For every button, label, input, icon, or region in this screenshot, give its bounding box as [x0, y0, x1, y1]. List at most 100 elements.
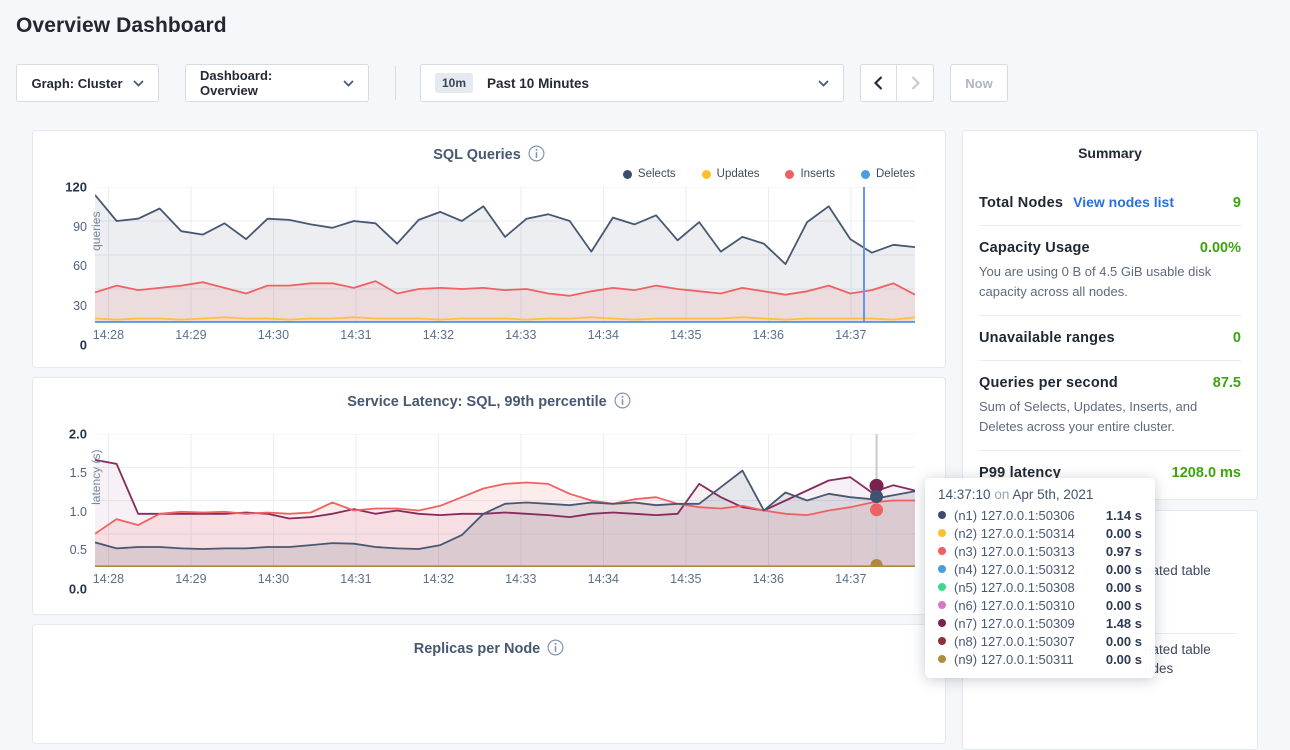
node-latency-value: 0.00 s — [1106, 562, 1142, 577]
now-button[interactable]: Now — [950, 64, 1008, 102]
view-nodes-list-link[interactable]: View nodes list — [1073, 194, 1174, 210]
node-latency-value: 1.14 s — [1106, 508, 1142, 523]
x-tick-label: 14:28 — [93, 328, 124, 342]
x-tick-label: 14:32 — [423, 572, 454, 586]
node-address: (n7) 127.0.0.1:50309 — [954, 616, 1100, 631]
summary-panel: Summary Total Nodes View nodes list 9 Ca… — [962, 130, 1258, 500]
graph-scope-dropdown[interactable]: Graph: Cluster — [16, 64, 159, 102]
total-nodes-value: 9 — [1233, 195, 1241, 211]
qps-value: 87.5 — [1213, 375, 1241, 391]
p99-latency-value: 1208.0 ms — [1172, 465, 1241, 481]
x-tick-label: 14:30 — [258, 572, 289, 586]
charts-column: SQL Queries SelectsUpdatesInsertsDeletes… — [32, 130, 946, 744]
x-tick-label: 14:36 — [753, 328, 784, 342]
time-range-dropdown[interactable]: 10m Past 10 Minutes — [420, 64, 844, 102]
node-latency-value: 1.48 s — [1106, 616, 1142, 631]
node-address: (n5) 127.0.0.1:50308 — [954, 580, 1100, 595]
divider — [979, 315, 1241, 316]
x-tick-label: 14:34 — [588, 328, 619, 342]
chart-legend: SelectsUpdatesInsertsDeletes — [95, 165, 915, 183]
chart-plot[interactable]: queries — [95, 187, 915, 323]
info-icon[interactable] — [547, 639, 564, 660]
node-address: (n1) 127.0.0.1:50306 — [954, 508, 1100, 523]
y-tick-label: 1.5 — [70, 466, 87, 480]
summary-row-capacity: Capacity Usage 0.00% You are using 0 B o… — [979, 240, 1241, 301]
node-color-dot — [938, 619, 946, 627]
node-color-dot — [938, 583, 946, 591]
tooltip-node-row: (n4) 127.0.0.1:50312 0.00 s — [938, 560, 1142, 578]
tooltip-node-row: (n6) 127.0.0.1:503100.00 s — [938, 596, 1142, 614]
y-tick-label: 60 — [73, 259, 87, 273]
y-tick-label: 2.0 — [69, 427, 87, 442]
tooltip-node-row: (n5) 127.0.0.1:503080.00 s — [938, 578, 1142, 596]
y-tick-label: 0.5 — [70, 543, 87, 557]
tooltip-node-row: (n7) 127.0.0.1:50309 1.48 s — [938, 614, 1142, 632]
x-tick-label: 14:30 — [258, 328, 289, 342]
y-tick-label: 120 — [65, 180, 87, 195]
time-range-badge: 10m — [435, 73, 473, 93]
node-color-dot — [938, 565, 946, 573]
divider — [979, 225, 1241, 226]
x-tick-label: 14:28 — [93, 572, 124, 586]
summary-row-qps: Queries per second 87.5 Sum of Selects, … — [979, 375, 1241, 436]
legend-dot — [623, 170, 632, 179]
chart-plot[interactable]: latency (s) — [95, 434, 915, 567]
chart-title-row: Replicas per Node — [33, 625, 945, 649]
chevron-right-icon — [911, 76, 920, 90]
chart-title-row: Service Latency: SQL, 99th percentile — [33, 378, 945, 402]
summary-row-unavailable: Unavailable ranges 0 — [979, 330, 1241, 346]
y-axis-label: latency (s) — [89, 422, 103, 532]
tooltip-node-row: (n2) 127.0.0.1:503140.00 s — [938, 524, 1142, 542]
chart-title: Service Latency: SQL, 99th percentile — [347, 394, 607, 410]
node-address: (n8) 127.0.0.1:50307 — [954, 634, 1100, 649]
total-nodes-label: Total Nodes — [979, 195, 1063, 211]
y-axis-ticks: 1209060300 — [33, 187, 87, 345]
legend-label: Inserts — [800, 168, 835, 180]
tooltip-node-row: (n8) 127.0.0.1:503070.00 s — [938, 632, 1142, 650]
x-tick-label: 14:35 — [670, 572, 701, 586]
capacity-usage-label: Capacity Usage — [979, 240, 1090, 256]
tooltip-node-row: (n3) 127.0.0.1:503130.97 s — [938, 542, 1142, 560]
x-tick-label: 14:31 — [340, 328, 371, 342]
sql-queries-chart-card: SQL Queries SelectsUpdatesInsertsDeletes… — [32, 130, 946, 368]
legend-label: Deletes — [876, 168, 915, 180]
x-axis-ticks: 14:2814:2914:3014:3114:3214:3314:3414:35… — [95, 567, 915, 589]
node-latency-value: 0.00 s — [1106, 526, 1142, 541]
chevron-down-icon — [343, 80, 354, 87]
dashboard-dropdown[interactable]: Dashboard: Overview — [185, 64, 369, 102]
replicas-per-node-chart-card: Replicas per Node — [32, 624, 946, 744]
unavailable-ranges-value: 0 — [1233, 330, 1241, 346]
chart-svg — [95, 187, 915, 323]
divider — [979, 450, 1241, 451]
node-color-dot — [938, 655, 946, 663]
legend-dot — [861, 170, 870, 179]
time-step-forward-button[interactable] — [897, 65, 933, 101]
x-axis-ticks: 14:2814:2914:3014:3114:3214:3314:3414:35… — [95, 323, 915, 345]
chevron-left-icon — [874, 76, 883, 90]
y-tick-label: 0.0 — [69, 582, 87, 597]
tooltip-timestamp: 14:37:10 on Apr 5th, 2021 — [938, 487, 1142, 502]
info-icon[interactable] — [528, 145, 545, 166]
controls-divider — [395, 66, 396, 100]
chart-title-row: SQL Queries — [33, 131, 945, 155]
plot-wrap: 2.01.51.00.50.0 latency (s) 14:2814:2914… — [33, 434, 945, 589]
legend-item-inserts: Inserts — [785, 165, 835, 183]
legend-dot — [785, 170, 794, 179]
node-color-dot — [938, 637, 946, 645]
legend-dot — [702, 170, 711, 179]
tooltip-node-row: (n9) 127.0.0.1:503110.00 s — [938, 650, 1142, 668]
x-tick-label: 14:37 — [835, 572, 866, 586]
chart-title: Replicas per Node — [414, 641, 541, 657]
legend-label: Selects — [638, 168, 676, 180]
x-tick-label: 14:37 — [835, 328, 866, 342]
y-axis-ticks: 2.01.51.00.50.0 — [33, 434, 87, 589]
node-color-dot — [938, 601, 946, 609]
y-axis-label: queries — [89, 176, 103, 286]
x-tick-label: 14:33 — [505, 572, 536, 586]
time-step-back-button[interactable] — [861, 65, 897, 101]
node-color-dot — [938, 511, 946, 519]
legend-item-deletes: Deletes — [861, 165, 915, 183]
chart-svg — [95, 434, 915, 567]
node-address: (n4) 127.0.0.1:50312 — [954, 562, 1100, 577]
info-icon[interactable] — [614, 392, 631, 413]
